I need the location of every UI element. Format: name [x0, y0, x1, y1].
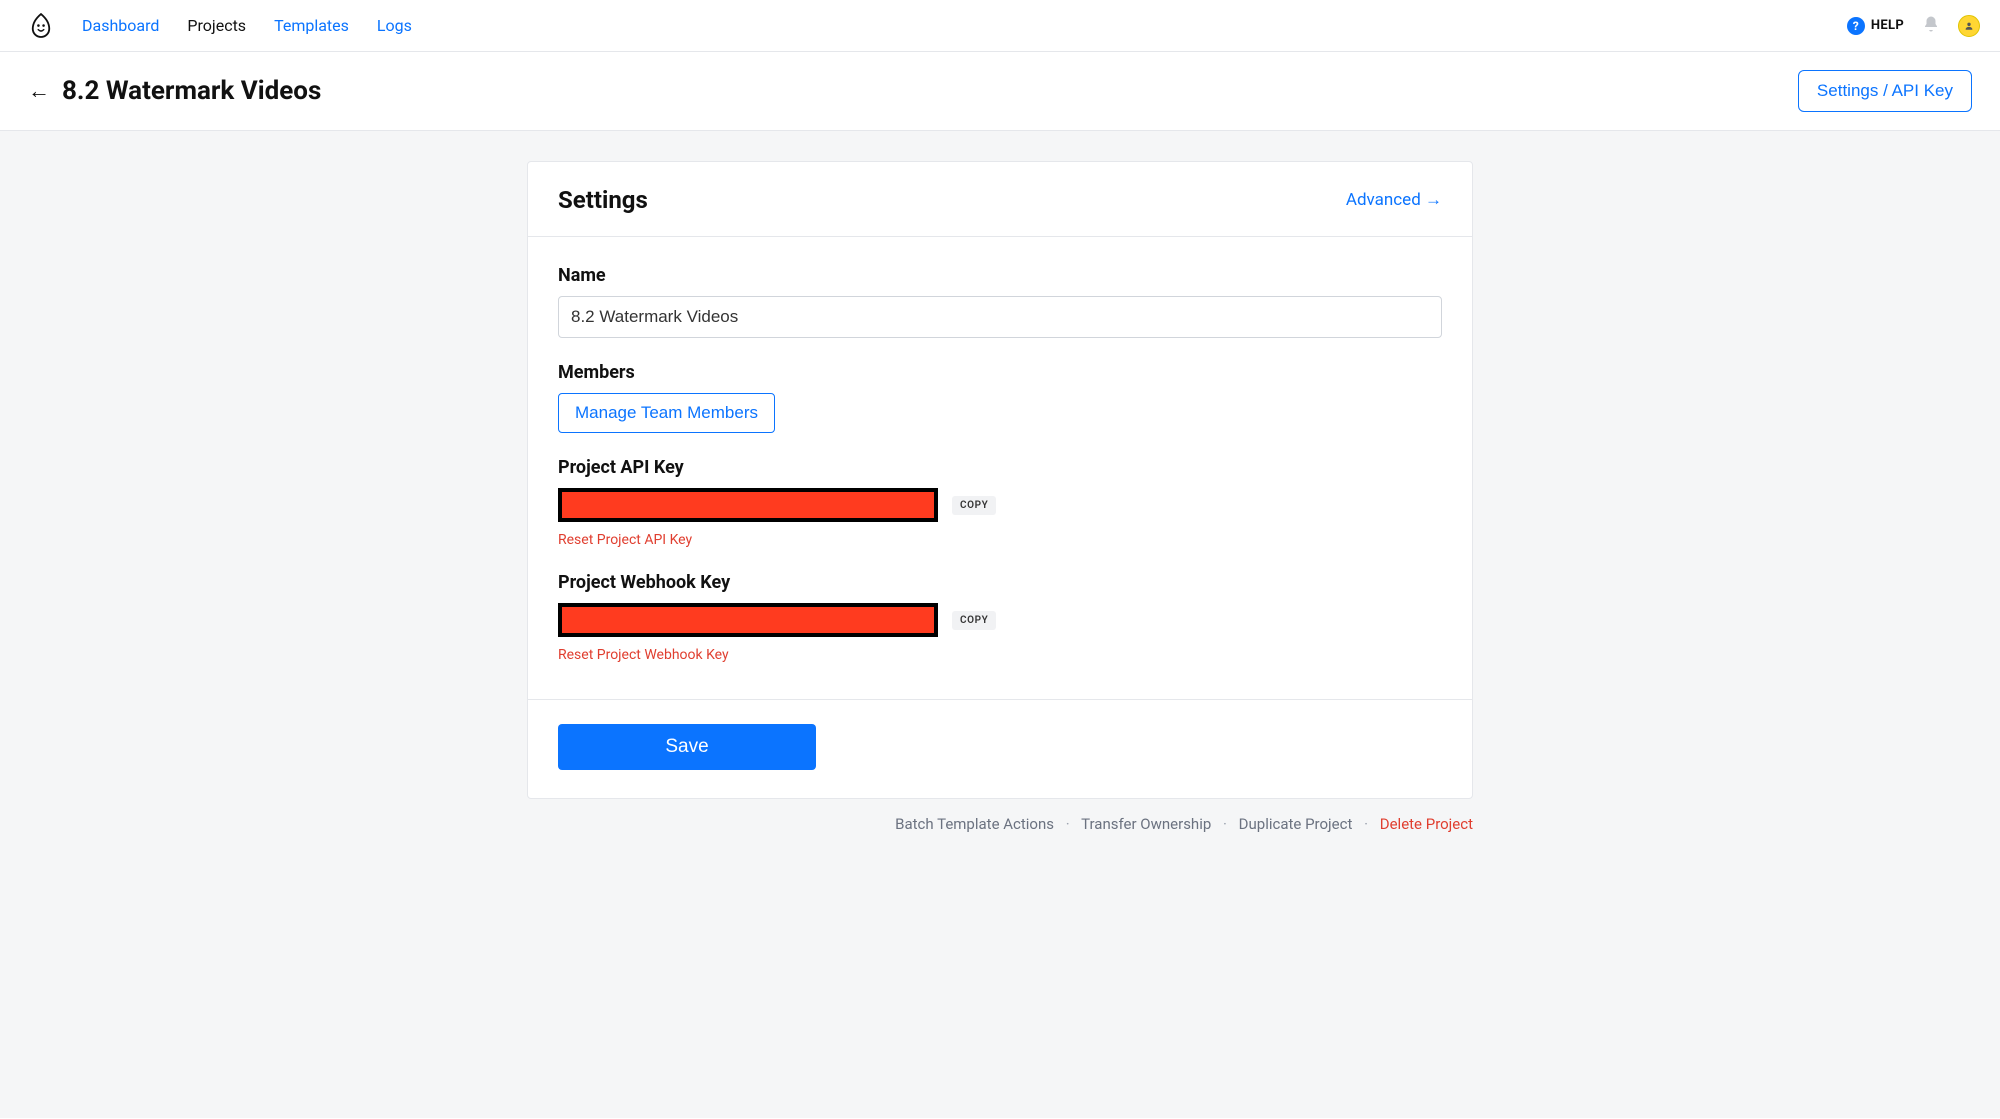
card-footer: Save: [528, 699, 1472, 798]
footer-actions: Batch Template Actions · Transfer Owners…: [527, 815, 1473, 833]
duplicate-project-link[interactable]: Duplicate Project: [1239, 815, 1353, 833]
webhook-key-label: Project Webhook Key: [558, 572, 1442, 593]
nav-link-projects[interactable]: Projects: [187, 16, 246, 35]
reset-webhook-key-link[interactable]: Reset Project Webhook Key: [558, 647, 729, 663]
reset-api-key-link[interactable]: Reset Project API Key: [558, 532, 692, 548]
nav-link-logs[interactable]: Logs: [377, 16, 412, 35]
top-nav-left: Dashboard Projects Templates Logs: [28, 13, 412, 39]
settings-card: Settings Advanced → Name Members Manage …: [527, 161, 1473, 799]
separator-icon: ·: [1364, 815, 1368, 833]
main: Settings Advanced → Name Members Manage …: [0, 131, 2000, 1118]
name-section: Name: [558, 265, 1442, 338]
separator-icon: ·: [1066, 815, 1070, 833]
transfer-ownership-link[interactable]: Transfer Ownership: [1081, 815, 1211, 833]
separator-icon: ·: [1223, 815, 1227, 833]
api-key-label: Project API Key: [558, 457, 1442, 478]
name-input[interactable]: [558, 296, 1442, 338]
back-arrow-icon[interactable]: ←: [28, 78, 50, 104]
nav-link-templates[interactable]: Templates: [274, 16, 349, 35]
page-title: 8.2 Watermark Videos: [62, 76, 321, 106]
notifications-icon[interactable]: [1922, 15, 1940, 37]
name-label: Name: [558, 265, 1442, 286]
help-icon: ?: [1847, 17, 1865, 35]
help-label: HELP: [1871, 18, 1904, 33]
logo[interactable]: [28, 13, 54, 39]
delete-project-link[interactable]: Delete Project: [1380, 815, 1473, 833]
webhook-key-value-redacted: [558, 603, 938, 637]
help-button[interactable]: ? HELP: [1847, 17, 1904, 35]
subheader: ← 8.2 Watermark Videos Settings / API Ke…: [0, 52, 2000, 131]
save-button[interactable]: Save: [558, 724, 816, 770]
members-section: Members Manage Team Members: [558, 362, 1442, 433]
api-key-section: Project API Key COPY Reset Project API K…: [558, 457, 1442, 548]
avatar[interactable]: [1958, 15, 1980, 37]
api-key-row: COPY: [558, 488, 1442, 522]
top-nav: Dashboard Projects Templates Logs ? HELP: [0, 0, 2000, 52]
top-nav-right: ? HELP: [1847, 15, 1980, 37]
members-label: Members: [558, 362, 1442, 383]
subheader-left: ← 8.2 Watermark Videos: [28, 76, 321, 106]
api-key-copy-button[interactable]: COPY: [952, 496, 996, 515]
settings-api-key-button[interactable]: Settings / API Key: [1798, 70, 1972, 112]
card-title: Settings: [558, 186, 648, 214]
webhook-key-copy-button[interactable]: COPY: [952, 611, 996, 630]
nav-links: Dashboard Projects Templates Logs: [82, 16, 412, 35]
webhook-key-row: COPY: [558, 603, 1442, 637]
card-header: Settings Advanced →: [528, 162, 1472, 237]
batch-template-actions-link[interactable]: Batch Template Actions: [895, 815, 1054, 833]
api-key-value-redacted: [558, 488, 938, 522]
manage-team-members-button[interactable]: Manage Team Members: [558, 393, 775, 433]
nav-link-dashboard[interactable]: Dashboard: [82, 16, 159, 35]
webhook-key-section: Project Webhook Key COPY Reset Project W…: [558, 572, 1442, 663]
card-body: Name Members Manage Team Members Project…: [528, 237, 1472, 699]
advanced-link[interactable]: Advanced →: [1346, 190, 1442, 210]
